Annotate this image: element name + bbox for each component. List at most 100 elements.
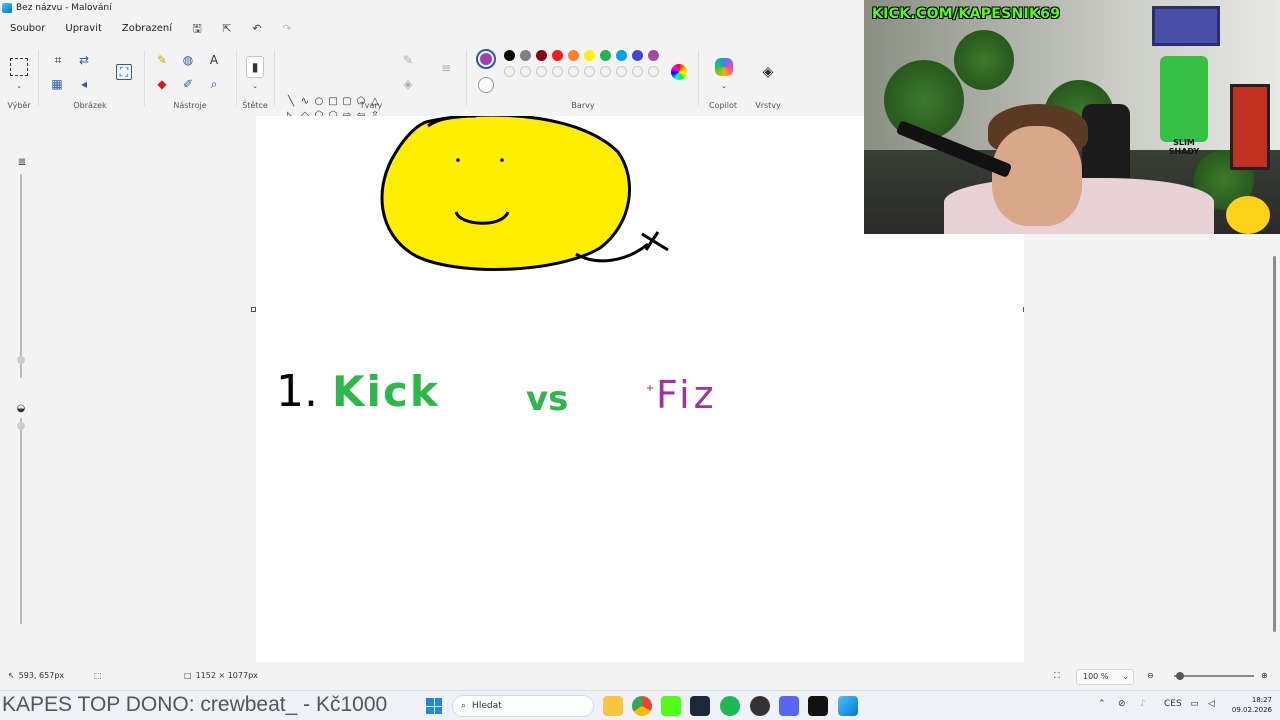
brush-size-slider[interactable] — [20, 174, 22, 378]
palette-color-swatch[interactable] — [600, 50, 611, 61]
custom-color-slot[interactable] — [584, 66, 595, 77]
text-icon[interactable]: A — [206, 52, 222, 68]
app-icon[interactable] — [750, 696, 770, 716]
curve-shape-icon[interactable]: ∿ — [298, 94, 312, 108]
eraser-icon[interactable]: ◆ — [154, 76, 170, 92]
palette-color-swatch[interactable] — [552, 50, 563, 61]
group-layers: ◈ Vrstvy — [748, 44, 788, 112]
palette-color-swatch[interactable] — [648, 50, 659, 61]
chevron-down-icon[interactable]: ⌄ — [247, 78, 263, 94]
opacity-icon: ◒ — [16, 402, 26, 414]
flip-icon[interactable]: ▦ — [49, 76, 65, 92]
menu-file[interactable]: Soubor — [0, 18, 55, 40]
ribbon-divider — [144, 50, 145, 106]
rectangle-shape-icon[interactable]: □ — [326, 94, 340, 108]
palette-color-swatch[interactable] — [568, 50, 579, 61]
menu-edit[interactable]: Upravit — [55, 18, 112, 40]
rotate-icon[interactable]: ◂ — [76, 76, 92, 92]
chevron-down-icon[interactable]: ⌄ — [11, 78, 27, 94]
palette-color-swatch[interactable] — [616, 50, 627, 61]
zoom-value: 100 % — [1083, 672, 1109, 681]
kick-icon[interactable] — [661, 696, 681, 716]
size-icon[interactable]: ≡ — [438, 60, 454, 76]
obs-icon[interactable] — [808, 696, 828, 716]
menu-view[interactable]: Zobrazení — [112, 18, 182, 40]
chevron-down-icon[interactable]: ⌄ — [716, 78, 732, 94]
cursor-position: ↖ 593, 657px — [8, 671, 64, 680]
opacity-slider[interactable] — [20, 418, 22, 624]
share-icon[interactable]: ⇱ — [220, 22, 234, 36]
custom-color-slot[interactable] — [616, 66, 627, 77]
zoom-out-icon[interactable]: ⊖ — [1147, 671, 1154, 680]
spotify-icon[interactable] — [720, 696, 740, 716]
save-icon[interactable]: 🖫 — [190, 22, 204, 36]
chevron-down-icon: ⌄ — [1122, 672, 1129, 681]
polygon-shape-icon[interactable]: ⬠ — [354, 94, 368, 108]
copilot-icon[interactable] — [715, 58, 733, 76]
custom-color-slot[interactable] — [552, 66, 563, 77]
fit-to-window-icon[interactable]: ⛶ — [1054, 671, 1060, 681]
taskbar-search[interactable]: ⌕ Hledat — [452, 695, 594, 717]
zoom-slider-knob[interactable] — [1176, 672, 1184, 680]
palette-color-swatch[interactable] — [504, 50, 515, 61]
windows-start-icon[interactable] — [426, 698, 442, 714]
zoom-slider[interactable] — [1174, 675, 1254, 677]
custom-color-slot[interactable] — [648, 66, 659, 77]
palette-color-swatch[interactable] — [632, 50, 643, 61]
custom-color-slot[interactable] — [632, 66, 643, 77]
rounded-rectangle-shape-icon[interactable]: ▢ — [340, 94, 354, 108]
group-label-layers: Vrstvy — [755, 101, 781, 110]
magnifier-icon[interactable]: ⌕ — [206, 76, 222, 92]
chrome-icon[interactable] — [632, 696, 652, 716]
display-icon[interactable]: ▭ — [1190, 699, 1199, 709]
microphone-icon[interactable]: ♪ — [1140, 699, 1146, 709]
zoom-in-icon[interactable]: ⊕ — [1261, 671, 1268, 680]
pencil-icon[interactable]: ✎ — [154, 52, 170, 68]
line-shape-icon[interactable]: ╲ — [284, 94, 298, 108]
zoom-select[interactable]: 100 % ⌄ — [1076, 669, 1134, 685]
triangle-shape-icon[interactable]: △ — [368, 94, 382, 108]
brush-icon[interactable]: ▮ — [246, 56, 264, 78]
undo-icon[interactable]: ↶ — [250, 22, 264, 36]
custom-color-slot[interactable] — [600, 66, 611, 77]
palette-color-swatch[interactable] — [584, 50, 595, 61]
paint-taskbar-icon[interactable] — [838, 696, 858, 716]
group-label-copilot: Copilot — [708, 101, 738, 110]
crop-icon[interactable]: ⌗ — [50, 52, 66, 68]
word-fiz-text: Fiz — [656, 373, 718, 417]
right-eye — [500, 158, 504, 162]
custom-color-slot[interactable] — [568, 66, 579, 77]
fill-icon[interactable]: ◍ — [180, 52, 196, 68]
custom-color-slot[interactable] — [504, 66, 515, 77]
speaker-icon[interactable]: ◁ — [1208, 699, 1215, 709]
opacity-knob[interactable] — [17, 422, 25, 430]
language-indicator[interactable]: CES — [1164, 699, 1182, 709]
edit-colors-icon[interactable] — [671, 64, 687, 80]
tray-chevron-up-icon[interactable]: ⌃ — [1098, 699, 1106, 709]
group-label-colors: Barvy — [571, 101, 595, 110]
outline-icon[interactable]: ✎ — [400, 52, 416, 68]
remove-background-icon[interactable]: ⛶ — [116, 64, 132, 80]
custom-color-slot[interactable] — [520, 66, 531, 77]
donation-ticker: KAPES TOP DONO: crewbeat_ - Kč1000 — [2, 693, 388, 716]
fill-style-icon[interactable]: ◈ — [400, 76, 416, 92]
secondary-color-swatch[interactable] — [478, 77, 494, 93]
vertical-scrollbar[interactable] — [1273, 256, 1276, 632]
file-explorer-icon[interactable] — [603, 696, 623, 716]
canvas-resize-handle-left[interactable] — [251, 307, 256, 312]
selection-icon[interactable] — [10, 58, 28, 76]
custom-color-slot[interactable] — [536, 66, 547, 77]
primary-color-swatch[interactable] — [476, 49, 496, 69]
palette-color-swatch[interactable] — [520, 50, 531, 61]
brush-size-knob[interactable] — [17, 356, 25, 364]
resize-icon[interactable]: ⇄ — [76, 52, 92, 68]
redo-icon[interactable]: ↷ — [280, 22, 294, 36]
discord-icon[interactable] — [779, 696, 799, 716]
color-picker-icon[interactable]: ✐ — [180, 76, 196, 92]
network-off-icon[interactable]: ⊘ — [1118, 699, 1126, 709]
palette-color-swatch[interactable] — [536, 50, 547, 61]
steam-icon[interactable] — [690, 696, 710, 716]
layers-icon[interactable]: ◈ — [760, 64, 776, 80]
system-clock[interactable]: 18:27 09.02.2026 — [1226, 695, 1272, 715]
oval-shape-icon[interactable]: ○ — [312, 94, 326, 108]
